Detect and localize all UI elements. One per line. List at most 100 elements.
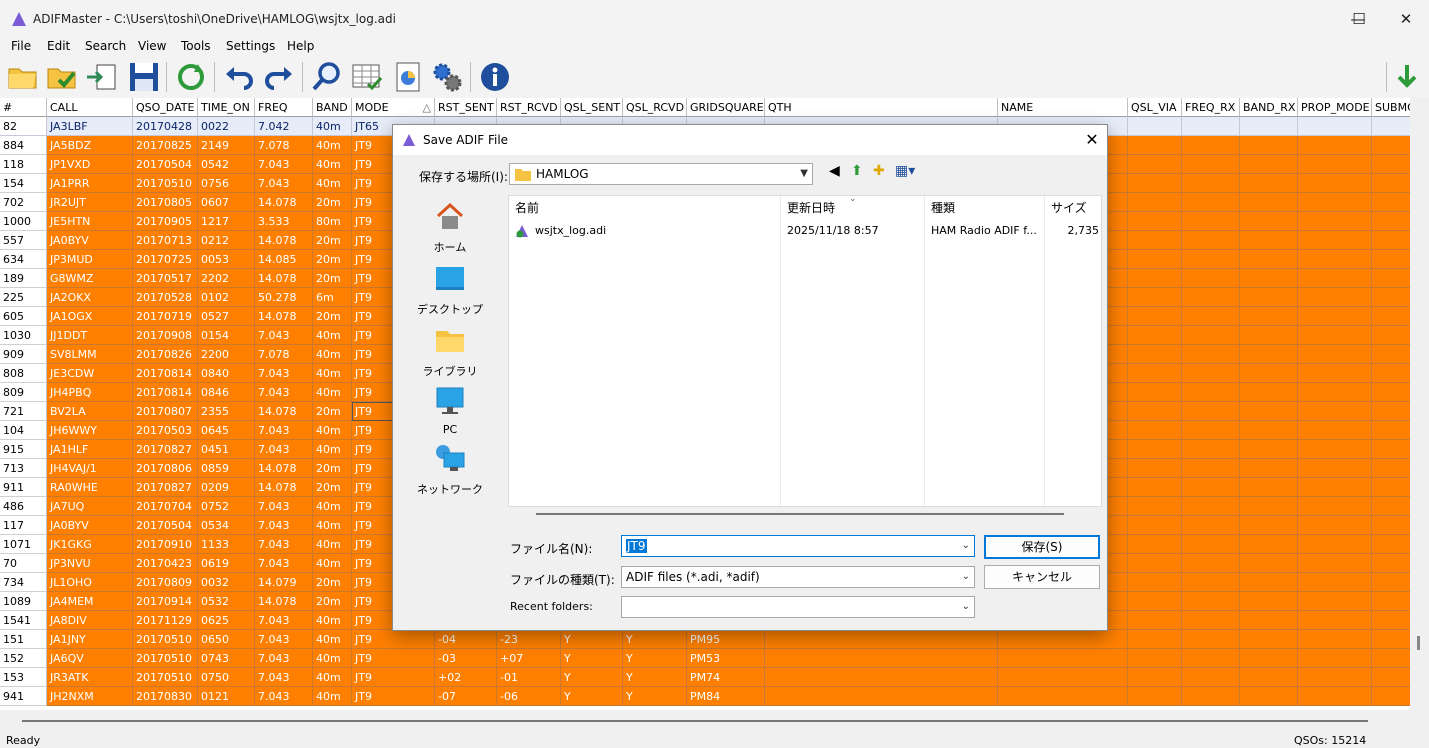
table-cell[interactable]: [765, 649, 998, 668]
table-cell[interactable]: [1372, 212, 1410, 231]
table-cell[interactable]: [998, 649, 1128, 668]
table-cell[interactable]: JA5BDZ: [47, 136, 133, 155]
place-pc[interactable]: PC: [400, 385, 500, 436]
table-cell[interactable]: Y: [561, 630, 623, 649]
table-cell[interactable]: [1372, 535, 1410, 554]
table-cell[interactable]: 14.078: [255, 478, 313, 497]
table-cell[interactable]: [1240, 611, 1298, 630]
table-cell[interactable]: [1372, 402, 1410, 421]
table-cell[interactable]: [1372, 117, 1410, 136]
table-cell[interactable]: JL1OHO: [47, 573, 133, 592]
table-cell[interactable]: [1372, 345, 1410, 364]
settings-icon[interactable]: [430, 60, 464, 94]
table-cell[interactable]: 909: [0, 345, 47, 364]
table-cell[interactable]: 0756: [198, 174, 255, 193]
view-menu-icon[interactable]: ▦▾: [895, 163, 915, 179]
table-cell[interactable]: 40m: [313, 174, 352, 193]
table-cell[interactable]: [1182, 497, 1240, 516]
table-cell[interactable]: [1240, 231, 1298, 250]
table-cell[interactable]: [1372, 364, 1410, 383]
table-cell[interactable]: 151: [0, 630, 47, 649]
table-cell[interactable]: 40m: [313, 383, 352, 402]
table-cell[interactable]: 7.043: [255, 421, 313, 440]
table-cell[interactable]: RA0WHE: [47, 478, 133, 497]
table-cell[interactable]: 7.043: [255, 383, 313, 402]
table-cell[interactable]: 915: [0, 440, 47, 459]
table-cell[interactable]: JT9: [352, 668, 435, 687]
table-cell[interactable]: 634: [0, 250, 47, 269]
table-cell[interactable]: -07: [435, 687, 497, 706]
table-cell[interactable]: Y: [561, 649, 623, 668]
table-cell[interactable]: 0209: [198, 478, 255, 497]
table-cell[interactable]: 2202: [198, 269, 255, 288]
table-cell[interactable]: 1030: [0, 326, 47, 345]
menu-help[interactable]: Help: [287, 39, 314, 53]
table-cell[interactable]: 20170510: [133, 174, 198, 193]
table-cell[interactable]: [1128, 174, 1182, 193]
table-cell[interactable]: 808: [0, 364, 47, 383]
table-cell[interactable]: [1128, 212, 1182, 231]
table-cell[interactable]: [1240, 573, 1298, 592]
table-cell[interactable]: [1372, 250, 1410, 269]
table-cell[interactable]: 20170504: [133, 155, 198, 174]
table-cell[interactable]: [1372, 668, 1410, 687]
col-size-header[interactable]: サイズ: [1045, 196, 1101, 220]
table-cell[interactable]: 1000: [0, 212, 47, 231]
table-cell[interactable]: 20170704: [133, 497, 198, 516]
table-cell[interactable]: 20170905: [133, 212, 198, 231]
table-cell[interactable]: [1372, 497, 1410, 516]
table-cell[interactable]: [1298, 649, 1372, 668]
table-cell[interactable]: [1182, 630, 1240, 649]
up-folder-icon[interactable]: ⬆: [851, 163, 863, 179]
table-cell[interactable]: [1182, 307, 1240, 326]
table-cell[interactable]: JA1PRR: [47, 174, 133, 193]
table-cell[interactable]: [1128, 250, 1182, 269]
table-cell[interactable]: 7.043: [255, 174, 313, 193]
table-cell[interactable]: [1298, 478, 1372, 497]
table-cell[interactable]: 1071: [0, 535, 47, 554]
table-cell[interactable]: [1182, 554, 1240, 573]
table-cell[interactable]: 0645: [198, 421, 255, 440]
table-cell[interactable]: 7.043: [255, 364, 313, 383]
table-cell[interactable]: 82: [0, 117, 47, 136]
table-cell[interactable]: Y: [561, 668, 623, 687]
table-cell[interactable]: [1240, 193, 1298, 212]
table-cell[interactable]: 14.085: [255, 250, 313, 269]
table-cell[interactable]: [1128, 269, 1182, 288]
menu-settings[interactable]: Settings: [226, 39, 275, 53]
table-cell[interactable]: [1182, 649, 1240, 668]
table-cell[interactable]: 40m: [313, 516, 352, 535]
table-cell[interactable]: [1128, 326, 1182, 345]
column-header[interactable]: QTH: [765, 98, 998, 117]
table-cell[interactable]: [1182, 231, 1240, 250]
table-cell[interactable]: 40m: [313, 668, 352, 687]
menu-tools[interactable]: Tools: [181, 39, 211, 53]
maximize-button[interactable]: ☐: [1336, 0, 1382, 38]
table-cell[interactable]: [1128, 421, 1182, 440]
table-cell[interactable]: JA1HLF: [47, 440, 133, 459]
column-header[interactable]: #: [0, 98, 47, 117]
horizontal-scrollbar[interactable]: [0, 710, 1410, 732]
table-cell[interactable]: [1298, 250, 1372, 269]
column-header[interactable]: NAME: [998, 98, 1128, 117]
table-cell[interactable]: [1298, 383, 1372, 402]
place-desktop[interactable]: デスクトップ: [400, 263, 500, 317]
download-arrow-icon[interactable]: [1390, 60, 1424, 94]
table-cell[interactable]: BV2LA: [47, 402, 133, 421]
col-name-header[interactable]: 名前: [509, 196, 781, 220]
table-cell[interactable]: 40m: [313, 687, 352, 706]
table-cell[interactable]: [1182, 326, 1240, 345]
table-cell[interactable]: 40m: [313, 345, 352, 364]
filetype-select[interactable]: ADIF files (*.adi, *adif) ⌄: [621, 566, 975, 588]
refresh-icon[interactable]: [174, 60, 208, 94]
table-cell[interactable]: 40m: [313, 421, 352, 440]
table-cell[interactable]: 20170814: [133, 383, 198, 402]
table-cell[interactable]: PM84: [687, 687, 765, 706]
table-cell[interactable]: [1298, 535, 1372, 554]
table-cell[interactable]: 40m: [313, 155, 352, 174]
table-cell[interactable]: [1182, 573, 1240, 592]
table-cell[interactable]: JT9: [352, 630, 435, 649]
table-cell[interactable]: 1541: [0, 611, 47, 630]
table-cell[interactable]: [1182, 288, 1240, 307]
table-cell[interactable]: Y: [623, 630, 687, 649]
